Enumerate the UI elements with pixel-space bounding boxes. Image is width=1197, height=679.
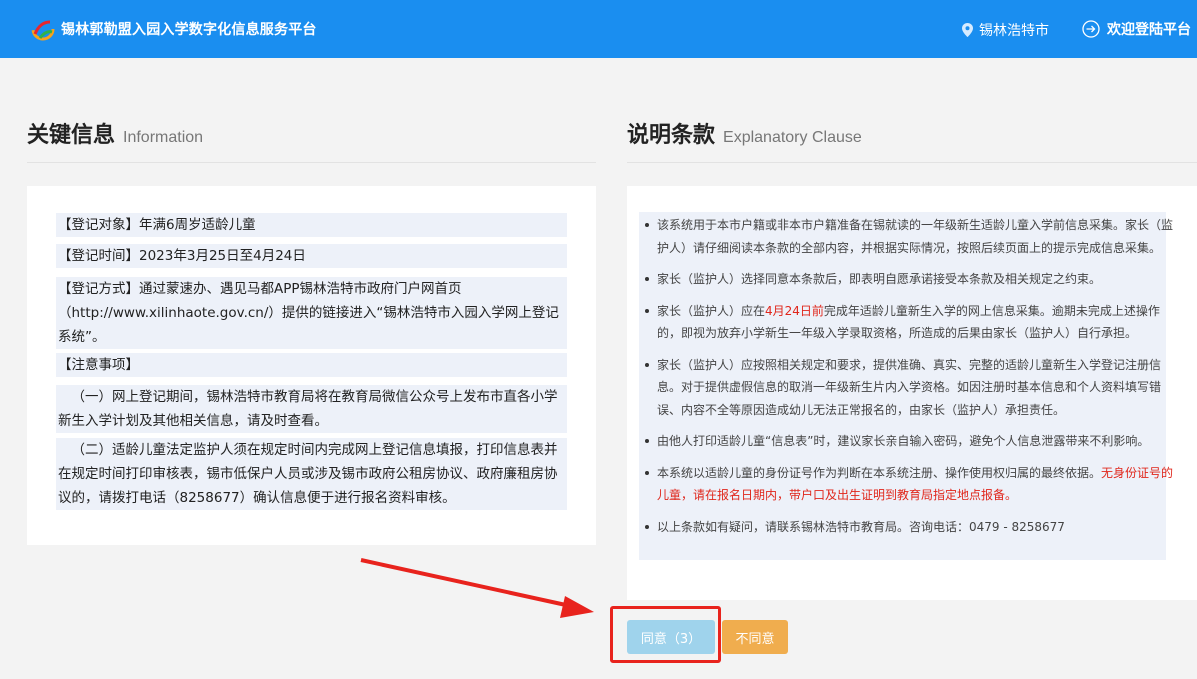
annotation-arrow-icon: [360, 558, 594, 618]
